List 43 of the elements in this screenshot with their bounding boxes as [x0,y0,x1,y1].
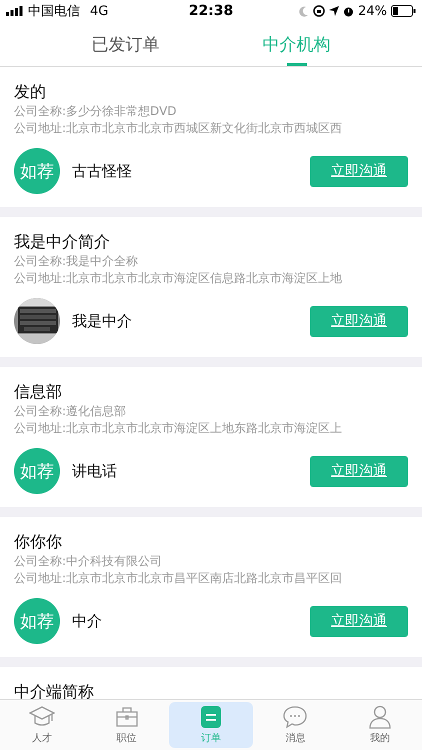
chat-now-button[interactable]: 立即沟通 [310,156,408,186]
battery-icon [390,5,416,17]
logo-avatar: 如荐 [14,448,60,494]
location-arrow-icon [329,6,340,16]
agency-title: 信息部 [14,381,63,403]
nav-item[interactable]: 职位 [84,702,169,748]
contact-name: 中介 [72,612,103,630]
chat-now-button[interactable]: 立即沟通 [310,606,408,636]
company-full-name: 公司全称:中介科技有限公司 [14,553,164,570]
company-full-name: 公司全称:遵化信息部 [14,403,128,420]
chat-bubble-icon [282,705,308,729]
nav-item[interactable]: 人才 [0,702,84,748]
contact-name: 我是中介 [72,312,133,330]
company-address: 公司地址:北京市北京市北京市昌平区南店北路北京市昌平区回 [14,570,344,587]
chat-now-button[interactable]: 立即沟通 [310,456,408,486]
company-address: 公司地址:北京市北京市北京市西城区新文化街北京市西城区西 [14,120,344,137]
alarm-icon [343,6,354,16]
nav-item[interactable]: 订单 [168,702,254,748]
moon-icon [299,6,310,16]
logo-avatar: 如荐 [14,148,60,194]
person-icon [368,705,392,729]
company-full-name: 公司全称:多少分徐非常想DVD [14,103,178,120]
nav-item[interactable]: 我的 [338,702,422,748]
clock-time: 22:38 [188,3,234,19]
carrier-name: 中国电信 [28,3,80,20]
contact-name: 讲电话 [72,462,118,480]
tab[interactable]: 已发订单 [82,22,170,66]
network-type: 4G [90,4,108,18]
contact-name: 古古怪怪 [72,162,133,180]
company-address: 公司地址:北京市北京市北京市海淀区信息路北京市海淀区上地 [14,270,344,287]
nav-item[interactable]: 消息 [253,702,338,748]
company-full-name: 公司全称:我是中介全称 [14,253,140,270]
company-address: 公司地址:北京市北京市北京市海淀区上地东路北京市海淀区上 [14,420,344,437]
document-icon [200,705,222,729]
logo-avatar: 如荐 [14,598,60,644]
rotation-lock-icon [313,5,326,17]
briefcase-icon [114,705,139,729]
battery-percent: 24% [358,4,387,18]
agency-title: 发的 [14,81,47,103]
chat-now-button[interactable]: 立即沟通 [310,306,408,336]
agency-title: 你你你 [14,531,63,553]
signal-icon [6,6,24,16]
agency-title: 我是中介简介 [14,231,111,253]
